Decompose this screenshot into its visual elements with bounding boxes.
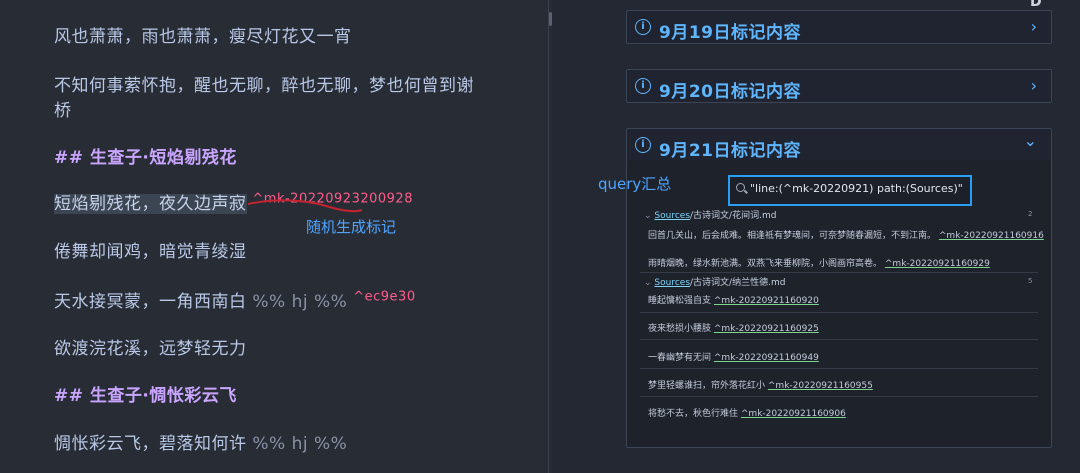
- editor-line[interactable]: 欲渡浣花溪，远梦轻无力: [54, 334, 247, 359]
- result-tag[interactable]: ^mk-20220921160929: [885, 259, 990, 269]
- editor-line[interactable]: 不知何事萦怀抱，醒也无聊，醉也无聊，梦也何曾到谢: [54, 71, 474, 96]
- result-source[interactable]: Sources: [654, 211, 690, 221]
- editor-line[interactable]: 桥: [54, 96, 72, 121]
- result-tag[interactable]: ^mk-20220921160955: [768, 381, 873, 391]
- callout-title: 9月21日标记内容: [659, 141, 801, 161]
- comment-marker: %% hj %%: [252, 434, 348, 454]
- query-text: "line:(^mk-20220921) path:(Sources)": [750, 182, 963, 195]
- result-tag[interactable]: ^mk-20220921160925: [714, 324, 819, 334]
- pane-divider[interactable]: [548, 0, 549, 473]
- result-count: 5: [1028, 277, 1033, 285]
- result-text: 回首几关山，后会成难。相逢祗有梦魂间，可奈梦随春漏短，不到江南。: [648, 231, 937, 241]
- callout-sep20[interactable]: i 9月20日标记内容 ›: [626, 69, 1052, 103]
- result-text: 一春幽梦有无间: [648, 353, 712, 363]
- window-control-glyph: ˇ: [988, 0, 995, 10]
- editor-line[interactable]: 惆怅彩云飞，碧落知何许 %% hj %%: [54, 429, 347, 454]
- result-path[interactable]: /古诗词文/花间词.md: [690, 211, 776, 221]
- callout-title: 9月19日标记内容: [659, 23, 801, 43]
- chevron-right-icon[interactable]: ›: [1031, 17, 1037, 36]
- result-group-header[interactable]: ⌄ Sources/古诗词文/花间词.md: [644, 208, 776, 221]
- result-tag[interactable]: ^mk-20220921160906: [741, 409, 846, 419]
- result-source[interactable]: Sources: [654, 278, 690, 288]
- editor-pane[interactable]: 风也萧萧，雨也萧萧，瘦尽灯花又一宵 不知何事萦怀抱，醒也无聊，醉也无聊，梦也何曾…: [0, 0, 548, 473]
- highlighted-text[interactable]: 短焰剔残花，夜久边声寂: [54, 194, 247, 214]
- result-count: 2: [1028, 210, 1033, 218]
- result-row[interactable]: 雨晴烟晚，绿水新池满。双燕飞来垂柳院，小阁画帘高卷。 ^mk-202209211…: [648, 256, 990, 269]
- editor-line-text: 天水接冥蒙，一角西南白: [54, 292, 247, 312]
- window-controls: ˇ D: [980, 0, 1080, 10]
- divider: [640, 272, 1038, 273]
- callout-sep21[interactable]: i 9月21日标记内容 ⌄: [626, 128, 1052, 162]
- result-row[interactable]: 一春幽梦有无间 ^mk-20220921160949: [648, 350, 819, 363]
- result-text: 睡起慵松强自支: [648, 296, 712, 306]
- editor-heading[interactable]: ## 生查子·短焰剔残花: [54, 143, 237, 168]
- result-tag[interactable]: ^mk-20220921160949: [714, 353, 819, 363]
- divider: [640, 339, 1038, 340]
- result-row[interactable]: 回首几关山，后会成难。相逢祗有梦魂间，可奈梦随春漏短，不到江南。 ^mk-202…: [648, 228, 1044, 241]
- result-text: 夜来愁损小腰肢: [648, 324, 712, 334]
- info-icon: i: [635, 137, 651, 153]
- divider: [640, 312, 1038, 313]
- result-text: 梦里轻螺谁扫，帘外落花红小: [648, 381, 766, 391]
- result-text: 雨晴烟晚，绿水新池满。双燕飞来垂柳院，小阁画帘高卷。: [648, 259, 883, 269]
- result-group-header[interactable]: ⌄ Sources/古诗词文/纳兰性德.md: [644, 275, 785, 288]
- editor-heading[interactable]: ## 生查子·惆怅彩云飞: [54, 381, 237, 406]
- comment-marker: %% hj %%: [252, 292, 348, 312]
- callout-sep19[interactable]: i 9月19日标记内容 ›: [626, 10, 1052, 44]
- query-input[interactable]: "line:(^mk-20220921) path:(Sources)": [728, 175, 972, 206]
- search-icon: [736, 183, 745, 192]
- annotation-query-summary: query汇总: [598, 175, 672, 193]
- callout-title: 9月20日标记内容: [659, 82, 801, 102]
- result-row[interactable]: 将愁不去，秋色行难住 ^mk-20220921160906: [648, 406, 846, 419]
- result-row[interactable]: 睡起慵松强自支 ^mk-20220921160920: [648, 293, 819, 306]
- info-icon: i: [635, 78, 651, 94]
- result-tag[interactable]: ^mk-20220921160920: [714, 296, 819, 306]
- collapse-icon[interactable]: ⌄: [644, 211, 654, 221]
- editor-line-text: 惆怅彩云飞，碧落知何许: [54, 434, 247, 454]
- annotation-random-mark: 随机生成标记: [306, 218, 397, 236]
- result-row[interactable]: 梦里轻螺谁扫，帘外落花红小 ^mk-20220921160955: [648, 378, 873, 391]
- result-tag[interactable]: ^mk-20220921160916: [939, 231, 1044, 241]
- window-control-glyph: D: [1030, 0, 1042, 10]
- editor-line[interactable]: 风也萧萧，雨也萧萧，瘦尽灯花又一宵: [54, 22, 352, 47]
- divider: [640, 368, 1038, 369]
- result-row[interactable]: 夜来愁损小腰肢 ^mk-20220921160925: [648, 321, 819, 334]
- block-reference[interactable]: ^ec9e30: [353, 289, 415, 304]
- result-text: 将愁不去，秋色行难住: [648, 409, 739, 419]
- chevron-down-icon[interactable]: ⌄: [1024, 131, 1037, 150]
- editor-line[interactable]: 倦舞却闻鸡，暗觉青绫湿: [54, 237, 247, 262]
- editor-line[interactable]: 天水接冥蒙，一角西南白 %% hj %% ^ec9e30: [54, 287, 416, 312]
- collapse-icon[interactable]: ⌄: [644, 278, 654, 288]
- underline-stroke: [247, 199, 363, 213]
- result-path[interactable]: /古诗词文/纳兰性德.md: [690, 278, 785, 288]
- chevron-right-icon[interactable]: ›: [1031, 76, 1037, 95]
- info-icon: i: [635, 19, 651, 35]
- divider: [640, 396, 1038, 397]
